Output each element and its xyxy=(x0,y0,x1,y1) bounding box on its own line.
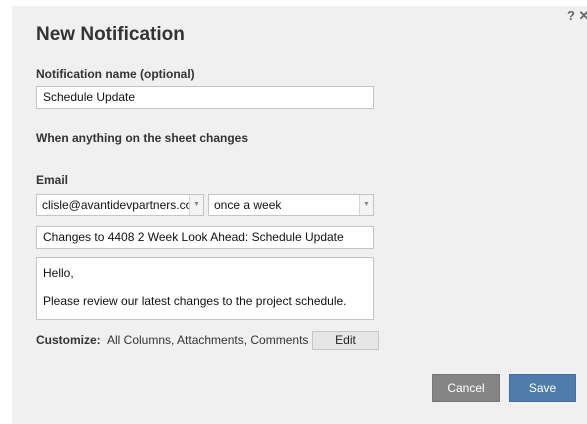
trigger-text: When anything on the sheet changes xyxy=(36,131,249,145)
save-button[interactable]: Save xyxy=(509,374,576,402)
new-notification-dialog: New Notification ? ✕ Notification name (… xyxy=(12,6,587,424)
email-message-textarea[interactable]: Hello, Please review our latest changes … xyxy=(36,257,374,320)
email-subject-input[interactable]: Changes to 4408 2 Week Look Ahead: Sched… xyxy=(36,226,374,249)
recipient-select[interactable]: clisle@avantidevpartners.co ▼ xyxy=(36,194,204,216)
notification-name-label: Notification name (optional) xyxy=(36,67,195,81)
email-section-label: Email xyxy=(36,173,69,187)
message-line: Hello, xyxy=(43,266,74,280)
chevron-down-icon: ▼ xyxy=(359,195,373,215)
frequency-value: once a week xyxy=(214,198,282,212)
chevron-down-icon: ▼ xyxy=(189,195,203,215)
dialog-title: New Notification xyxy=(36,24,185,45)
frequency-select[interactable]: once a week ▼ xyxy=(208,194,374,216)
help-close-icons[interactable]: ? ✕ xyxy=(567,8,587,24)
customize-label: Customize: xyxy=(36,333,101,347)
cancel-button[interactable]: Cancel xyxy=(432,374,500,402)
customize-value: All Columns, Attachments, Comments xyxy=(107,333,309,347)
notification-name-input[interactable]: Schedule Update xyxy=(36,86,374,109)
message-line: Please review our latest changes to the … xyxy=(43,294,347,308)
recipient-value: clisle@avantidevpartners.co xyxy=(42,198,193,212)
edit-button[interactable]: Edit xyxy=(312,331,379,350)
